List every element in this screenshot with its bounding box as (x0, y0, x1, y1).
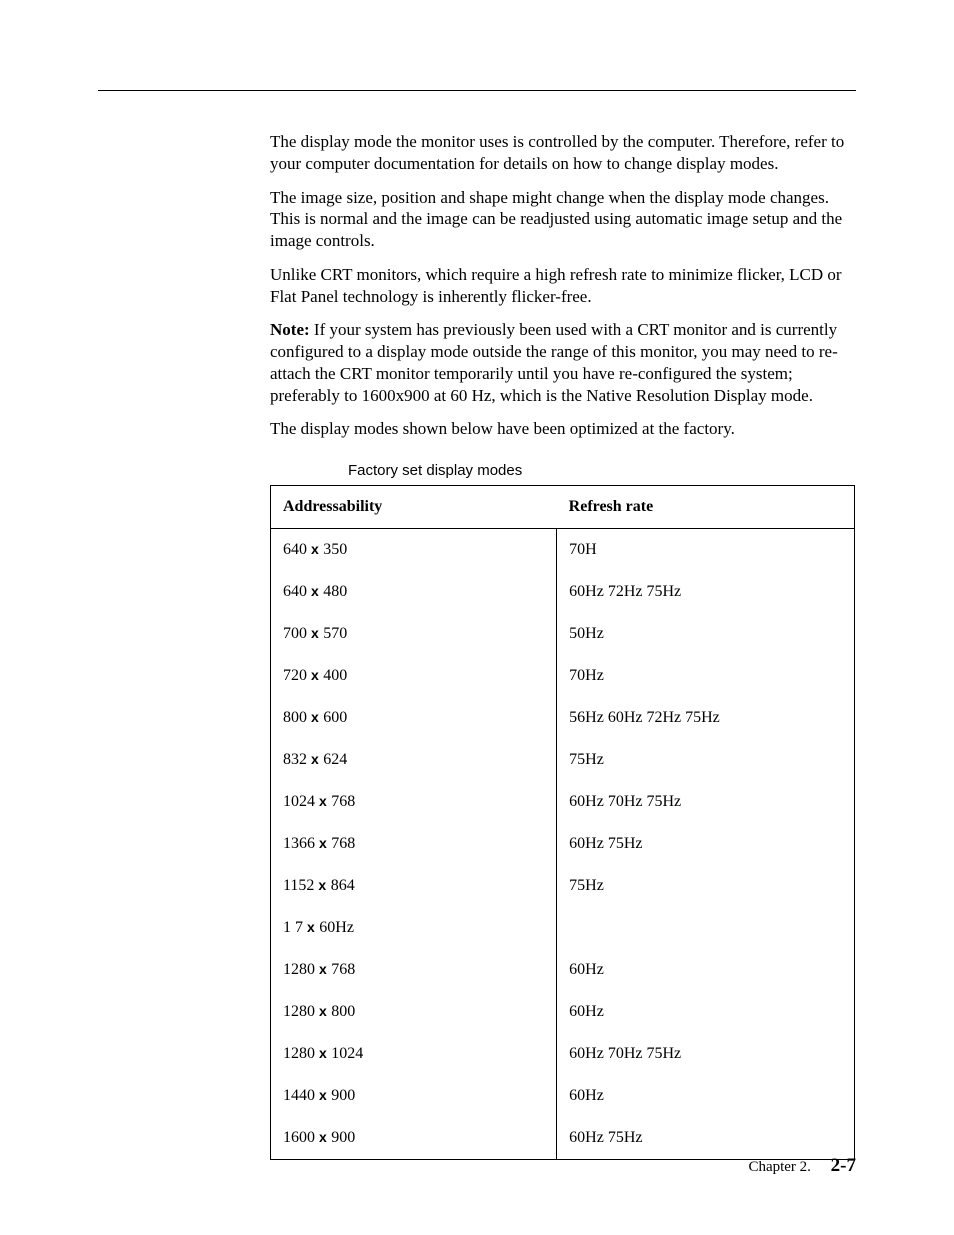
cell-addressability: 1024 x 768 (271, 781, 557, 823)
cell-refresh-rate: 75Hz (557, 739, 855, 781)
footer-page-number: 2-7 (831, 1155, 856, 1176)
table-caption: Factory set display modes (348, 462, 856, 479)
cell-refresh-rate: 60Hz (557, 991, 855, 1033)
table-row: 1024 x 76860Hz 70Hz 75Hz (271, 781, 855, 823)
table-row: 1440 x 90060Hz (271, 1075, 855, 1117)
table-row: 720 x 40070Hz (271, 655, 855, 697)
table-row: 1152 x 86475Hz (271, 865, 855, 907)
paragraph-3: Unlike CRT monitors, which require a hig… (270, 264, 856, 308)
table-row: 1280 x 76860Hz (271, 949, 855, 991)
footer: Chapter 2. 2-7 (748, 1155, 856, 1177)
cell-refresh-rate: 60Hz 75Hz (557, 1117, 855, 1160)
table-header-addressability: Addressability (271, 486, 557, 529)
table-row: 800 x 60056Hz 60Hz 72Hz 75Hz (271, 697, 855, 739)
cell-refresh-rate: 60Hz 72Hz 75Hz (557, 571, 855, 613)
note-label: Note: (270, 320, 310, 339)
table-row: 1 7 x 60Hz (271, 907, 855, 949)
cell-refresh-rate: 75Hz (557, 865, 855, 907)
table-row: 1600 x 90060Hz 75Hz (271, 1117, 855, 1160)
table-header-row: Addressability Refresh rate (271, 486, 855, 529)
page: The display mode the monitor uses is con… (0, 0, 954, 1235)
cell-addressability: 700 x 570 (271, 613, 557, 655)
cell-refresh-rate: 60Hz (557, 949, 855, 991)
cell-addressability: 640 x 350 (271, 529, 557, 572)
cell-addressability: 640 x 480 (271, 571, 557, 613)
cell-refresh-rate: 60Hz 75Hz (557, 823, 855, 865)
body-content: The display mode the monitor uses is con… (270, 131, 856, 1160)
cell-refresh-rate: 70H (557, 529, 855, 572)
cell-addressability: 800 x 600 (271, 697, 557, 739)
cell-addressability: 1280 x 800 (271, 991, 557, 1033)
cell-refresh-rate: 60Hz 70Hz 75Hz (557, 1033, 855, 1075)
cell-refresh-rate: 50Hz (557, 613, 855, 655)
note-text: If your system has previously been used … (270, 320, 838, 404)
cell-addressability: 1 7 x 60Hz (271, 907, 557, 949)
cell-addressability: 1366 x 768 (271, 823, 557, 865)
x-icon: x (318, 877, 326, 893)
table-row: 640 x 35070H (271, 529, 855, 572)
paragraph-1: The display mode the monitor uses is con… (270, 131, 856, 175)
cell-addressability: 1152 x 864 (271, 865, 557, 907)
cell-addressability: 1280 x 1024 (271, 1033, 557, 1075)
table-header-refresh: Refresh rate (557, 486, 855, 529)
cell-addressability: 832 x 624 (271, 739, 557, 781)
cell-addressability: 1280 x 768 (271, 949, 557, 991)
paragraph-5: The display modes shown below have been … (270, 418, 856, 440)
table-row: 1280 x 102460Hz 70Hz 75Hz (271, 1033, 855, 1075)
cell-addressability: 1600 x 900 (271, 1117, 557, 1160)
paragraph-note: Note: If your system has previously been… (270, 319, 856, 406)
cell-refresh-rate: 56Hz 60Hz 72Hz 75Hz (557, 697, 855, 739)
display-modes-table: Addressability Refresh rate 640 x 35070H… (270, 485, 855, 1160)
header-rule (98, 90, 856, 91)
table-row: 1366 x 76860Hz 75Hz (271, 823, 855, 865)
cell-addressability: 720 x 400 (271, 655, 557, 697)
table-row: 832 x 62475Hz (271, 739, 855, 781)
cell-refresh-rate: 70Hz (557, 655, 855, 697)
table-row: 700 x 57050Hz (271, 613, 855, 655)
cell-refresh-rate (557, 907, 855, 949)
table-row: 1280 x 80060Hz (271, 991, 855, 1033)
footer-chapter: Chapter 2. (748, 1159, 810, 1175)
table-row: 640 x 48060Hz 72Hz 75Hz (271, 571, 855, 613)
cell-refresh-rate: 60Hz (557, 1075, 855, 1117)
cell-refresh-rate: 60Hz 70Hz 75Hz (557, 781, 855, 823)
paragraph-2: The image size, position and shape might… (270, 187, 856, 252)
cell-addressability: 1440 x 900 (271, 1075, 557, 1117)
